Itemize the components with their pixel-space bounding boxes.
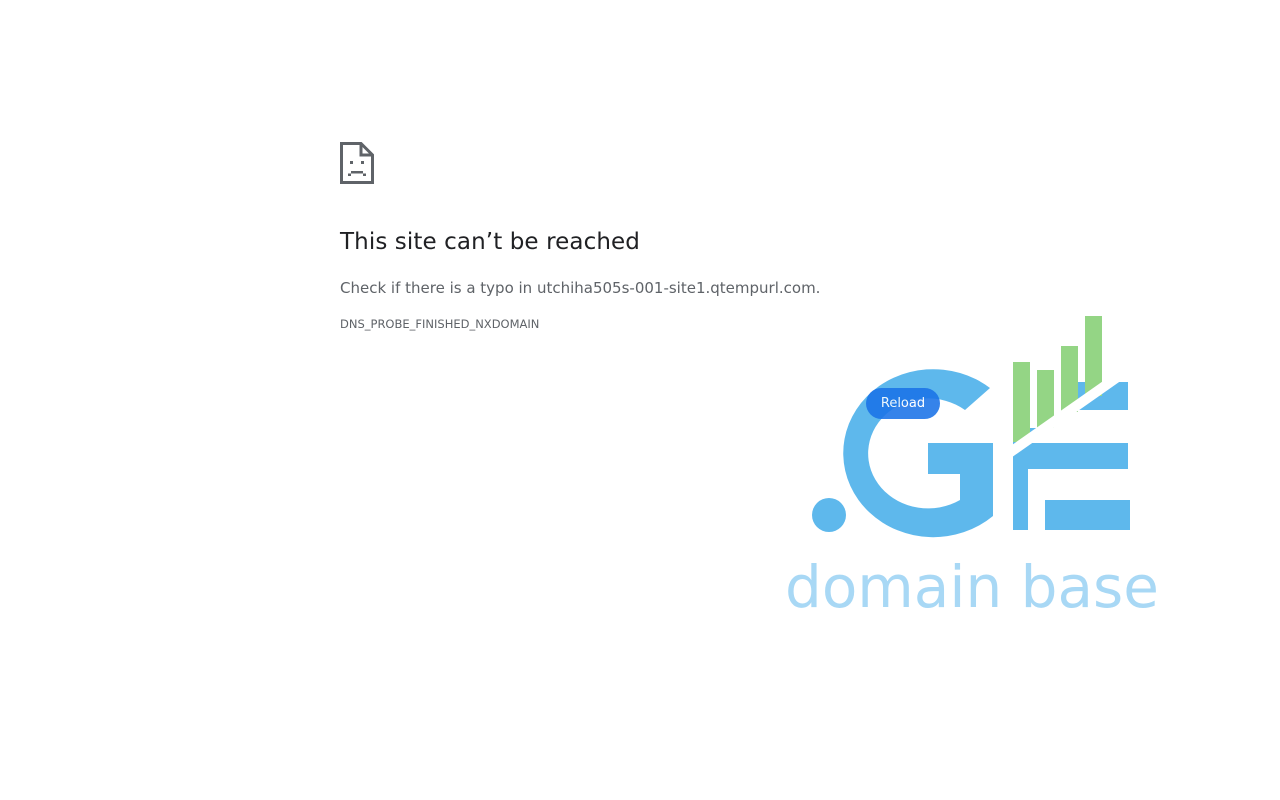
error-message: Check if there is a typo in utchiha505s-… [340, 279, 821, 297]
error-title: This site can’t be reached [340, 229, 640, 255]
error-code: DNS_PROBE_FINISHED_NXDOMAIN [340, 317, 540, 331]
error-page: This site can’t be reached Check if ther… [0, 0, 1280, 800]
logo-tagline: domain base [785, 553, 1159, 621]
reload-button[interactable]: Reload [866, 388, 940, 419]
sad-page-icon [340, 142, 374, 184]
